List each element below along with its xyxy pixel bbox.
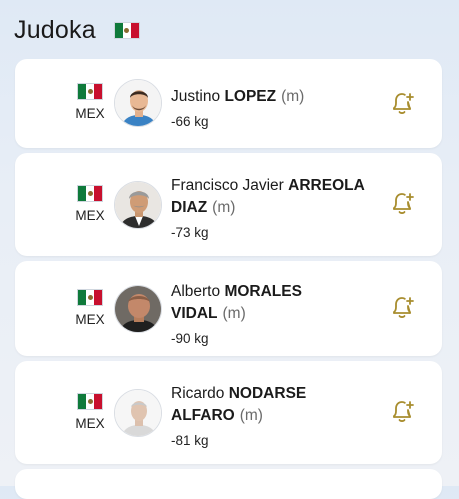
athlete-country: MEX <box>75 393 105 431</box>
bell-plus-icon[interactable] <box>387 396 417 426</box>
avatar <box>114 79 162 127</box>
avatar <box>114 181 162 229</box>
mexico-flag-icon <box>77 289 103 306</box>
athlete-country: MEX <box>75 185 105 223</box>
page-header: Judoka <box>14 14 140 46</box>
bell-plus-icon[interactable] <box>387 188 417 218</box>
athlete-info: Justino LOPEZ (m) -66 kg <box>171 86 371 133</box>
athlete-name: Ricardo NODARSE ALFARO (m) <box>171 383 371 427</box>
athlete-weight: -90 kg <box>171 331 209 346</box>
mexico-flag-icon <box>77 185 103 202</box>
avatar <box>114 389 162 437</box>
country-code: MEX <box>75 416 105 431</box>
athlete-weight: -81 kg <box>171 433 209 448</box>
athlete-card-nodarse-alfaro[interactable]: MEX Ricardo NODARSE ALFARO (m) -81 kg <box>15 361 442 464</box>
athlete-first-name: Ricardo <box>171 385 225 402</box>
athlete-name: Alberto MORALES VIDAL (m) <box>171 281 371 325</box>
mexico-flag-icon <box>77 83 103 100</box>
country-code: MEX <box>75 106 105 121</box>
avatar <box>114 285 162 333</box>
country-code: MEX <box>75 208 105 223</box>
athlete-gender: (m) <box>212 199 236 216</box>
athlete-gender: (m) <box>239 407 263 424</box>
athlete-gender: (m) <box>222 305 246 322</box>
athlete-first-name: Francisco Javier <box>171 177 284 194</box>
athlete-card-arreola-diaz[interactable]: MEX Francisco Javier ARREOLA DIAZ (m) -73… <box>15 153 442 256</box>
athlete-weight: -73 kg <box>171 225 209 240</box>
page-title: Judoka <box>14 15 96 44</box>
bell-plus-icon[interactable] <box>387 88 417 118</box>
athlete-info: Ricardo NODARSE ALFARO (m) -81 kg <box>171 383 371 452</box>
athlete-info: Alberto MORALES VIDAL (m) -90 kg <box>171 281 371 350</box>
athlete-first-name: Justino <box>171 88 221 105</box>
country-code: MEX <box>75 312 105 327</box>
athlete-weight: -66 kg <box>171 114 209 129</box>
athlete-gender: (m) <box>281 88 305 105</box>
mexico-flag-icon <box>77 393 103 410</box>
athlete-name: Justino LOPEZ (m) <box>171 86 371 108</box>
athlete-first-name: Alberto <box>171 283 221 300</box>
athlete-country: MEX <box>75 83 105 121</box>
athlete-info: Francisco Javier ARREOLA DIAZ (m) -73 kg <box>171 175 371 244</box>
athlete-last-name: LOPEZ <box>224 88 277 105</box>
athlete-name: Francisco Javier ARREOLA DIAZ (m) <box>171 175 371 219</box>
athlete-card-morales-vidal[interactable]: MEX Alberto MORALES VIDAL (m) -90 kg <box>15 261 442 356</box>
athlete-country: MEX <box>75 289 105 327</box>
athlete-card-partial[interactable] <box>15 469 442 499</box>
athlete-card-lopez[interactable]: MEX Justino LOPEZ (m) -66 kg <box>15 59 442 148</box>
mexico-flag-icon <box>113 21 140 39</box>
bell-plus-icon[interactable] <box>387 292 417 322</box>
